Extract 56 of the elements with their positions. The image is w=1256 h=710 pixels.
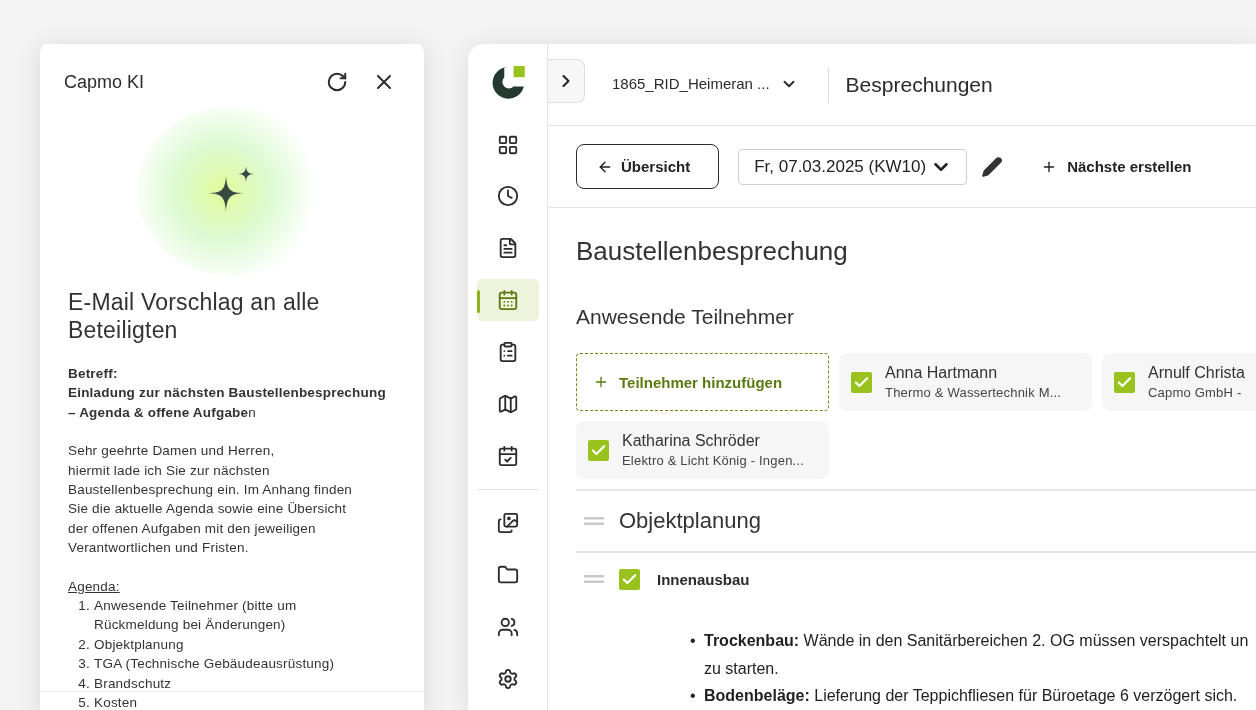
clock-icon: [496, 185, 519, 208]
add-participant-button[interactable]: Teilnehmer hinzufügen: [576, 353, 829, 411]
list-number: 4.: [77, 674, 90, 693]
topic-title: Innenausbau: [657, 570, 750, 588]
participant-name: Arnulf Christa: [1148, 364, 1245, 382]
list-number: 2.: [77, 635, 90, 654]
project-selector[interactable]: 1865_RID_Heimeran ...: [612, 74, 798, 93]
page-title: Besprechungen: [845, 72, 993, 97]
checkbox[interactable]: [851, 371, 872, 393]
section-heading: Anwesende Teilnehmer: [576, 305, 795, 329]
back-button[interactable]: Übersicht: [576, 144, 720, 189]
images-icon: [496, 512, 519, 535]
meeting-title: Baustellenbesprechung: [576, 236, 849, 267]
plus-icon: [593, 374, 609, 390]
expand-button[interactable]: [548, 59, 585, 103]
create-next-button[interactable]: Nächste erstellen: [1041, 158, 1192, 175]
map-icon: [496, 393, 519, 416]
dashboard-icon: [496, 133, 519, 156]
bullet-text: Trockenbau: Wände in den Sanitärbereichen 2. OG müssen verspachtelt un zu starten.: [704, 631, 1249, 679]
agenda-item: Anwesende Teilnehmer (bitte um Rückmeldung bei Änderungen): [94, 597, 297, 635]
agenda-item: Kosten: [94, 694, 138, 710]
participant-company: Elektro & Licht König - Ingen...: [622, 453, 804, 468]
list-number: 5.: [77, 694, 90, 710]
agenda-item: Brandschutz: [94, 674, 172, 693]
participant-name: Katharina Schröder: [622, 432, 761, 450]
pencil-icon: [981, 155, 1004, 178]
date-select[interactable]: Fr, 07.03.2025 (KW10): [738, 148, 968, 185]
edit-button[interactable]: [981, 155, 1004, 178]
panel-title: Capmo KI: [64, 71, 146, 93]
bullet-text: Bodenbeläge: Lieferung der Teppichfliesen für Büroetage 6 verzögert sich.: [704, 686, 1238, 706]
agenda-label: Agenda:: [68, 577, 121, 596]
settings-icon: [496, 668, 519, 691]
checkbox[interactable]: [1114, 371, 1135, 393]
agenda-item: TGA (Technische Gebäudeausrüstung): [94, 655, 335, 674]
drag-handle-icon[interactable]: [584, 517, 604, 525]
refresh-icon: [326, 71, 348, 93]
list-number: 3.: [77, 655, 90, 674]
checkbox[interactable]: [588, 439, 609, 461]
people-icon: [496, 616, 519, 639]
email-text: Sehr geehrte Damen und Herren, hiermit lade ich Sie zur nächsten Baustellenbesprechung ein. Im Anhang finden Sie die aktuelle Agenda sowie eine Übersicht der offenen Aufgaben mit den jeweiligen Verantwortlichen und Fristen.: [68, 442, 354, 558]
list-number: 1.: [77, 597, 90, 616]
drag-handle-icon[interactable]: [584, 575, 604, 583]
checkbox[interactable]: [619, 568, 640, 590]
agenda-item: Objektplanung: [94, 635, 184, 654]
participant-name: Anna Hartmann: [885, 364, 999, 382]
refresh-button[interactable]: [326, 71, 348, 93]
subject-text: Einladung zur nächsten Baustellenbesprechung – Agenda & offene Aufgaben: [68, 384, 387, 422]
participant-company: Capmo GmbH -: [1148, 385, 1243, 400]
subject-label: Betreff:: [68, 365, 119, 383]
calendar-icon: [496, 289, 519, 312]
bullet-marker: •: [690, 686, 697, 706]
suggestion-heading: E-Mail Vorschlag an alle Beteiligten: [68, 288, 321, 344]
section-title: Objektplanung: [619, 508, 761, 534]
calendar-check-icon: [496, 445, 519, 468]
participant-company: Thermo & Wassertechnik M...: [885, 385, 1062, 400]
bullet-marker: •: [690, 631, 697, 651]
